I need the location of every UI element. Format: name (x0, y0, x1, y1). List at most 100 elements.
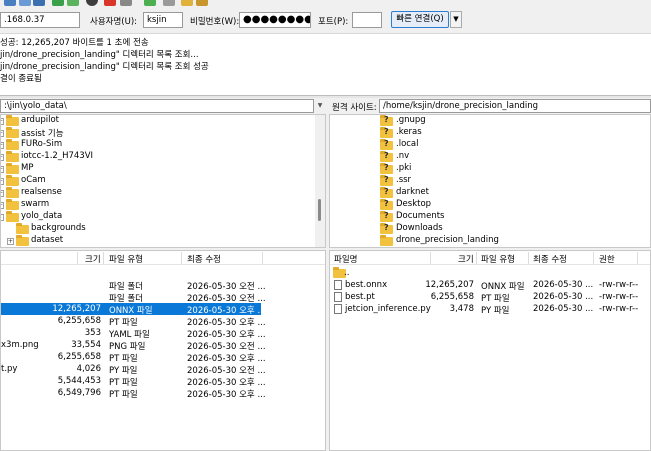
table-row[interactable]: 6,255,658 PT 파일 2026-05-30 오후 ... (1, 315, 325, 328)
column-separator[interactable] (528, 252, 529, 264)
table-row[interactable]: best.onnx 12,265,207 ONNX 파일 2026-05-30 … (330, 279, 650, 292)
file-type: PT 파일 (109, 390, 138, 400)
tree-item-label: yolo_data (21, 211, 63, 221)
remote-path-input[interactable]: /home/ksjin/drone_precision_landing (379, 99, 651, 113)
table-row[interactable]: .. (330, 267, 650, 279)
binoculars-icon[interactable] (196, 0, 208, 6)
quickconnect-button[interactable]: 빠른 연결(Q) (391, 11, 449, 28)
table-row[interactable]: 파일 폴더 2026-05-30 오전 ... (1, 279, 325, 292)
column-separator[interactable] (476, 252, 477, 264)
remote-file-list: 파일명 크기 파일 유형 최종 수정 권한 .. best.onnx 12,26… (329, 250, 651, 451)
header-modified[interactable]: 최종 수정 (533, 253, 567, 265)
remote-site-label: 원격 사이트: (332, 103, 377, 113)
unknown-folder-icon: ? (380, 187, 393, 198)
expander-icon[interactable]: + (1, 118, 4, 125)
expander-icon[interactable]: + (1, 154, 4, 161)
folder-icon (6, 175, 19, 186)
table-row-selected[interactable]: 12,265,207 ONNX 파일 2026-05-30 오후 ... (1, 303, 266, 316)
table-row[interactable]: 6,255,658 PT 파일 2026-05-30 오후 ... (1, 351, 325, 364)
tree-item-label: iotcc-1.2_H743VI (21, 151, 94, 161)
header-size[interactable]: 크기 (458, 253, 474, 265)
toggle-log-icon[interactable] (19, 0, 31, 6)
column-separator[interactable] (181, 252, 182, 264)
local-path-input[interactable]: :\jin\yolo_data\ (0, 99, 314, 113)
password-label: 비밀번호(W): (190, 17, 240, 27)
expander-icon[interactable]: + (1, 130, 4, 137)
table-row[interactable]: t.py 4,026 PY 파일 2026-05-30 오전 ... (1, 363, 325, 376)
column-separator[interactable] (637, 252, 638, 264)
disconnect-icon[interactable] (104, 0, 116, 6)
table-row[interactable]: x3m.png 33,554 PNG 파일 2026-05-30 오전 ... (1, 339, 325, 352)
tree-item-label: Documents (396, 211, 445, 221)
expander-icon[interactable]: - (1, 214, 4, 221)
file-icon (334, 304, 342, 314)
unknown-folder-icon: ? (380, 175, 393, 186)
unknown-folder-icon: ? (380, 115, 393, 126)
tree-item-label: .ssr (396, 175, 412, 185)
port-input[interactable] (352, 12, 382, 28)
chevron-down-icon[interactable]: ▼ (315, 99, 325, 113)
header-type[interactable]: 파일 유형 (481, 253, 515, 265)
table-row[interactable]: best.pt 6,255,658 PT 파일 2026-05-30 ... -… (330, 291, 650, 304)
toolbar (0, 0, 651, 8)
file-size: 6,549,796 (57, 388, 101, 398)
folder-icon (6, 115, 19, 126)
expander-icon[interactable]: + (1, 178, 4, 185)
expander-icon[interactable]: + (1, 142, 4, 149)
expander-icon[interactable]: + (1, 166, 4, 173)
tree-item-label: Desktop (396, 199, 432, 209)
header-modified[interactable]: 최종 수정 (187, 253, 221, 265)
quickconnect-bar: .168.0.37 사용자명(U): ksjin 비밀번호(W): ●●●●●●… (0, 8, 651, 34)
scroll-thumb[interactable] (318, 199, 321, 221)
header-name[interactable]: 파일명 (334, 253, 357, 265)
expander-icon[interactable]: + (1, 190, 4, 197)
cancel-icon[interactable] (86, 0, 98, 6)
toggle-tree-icon[interactable] (33, 0, 45, 6)
local-site-bar: :\jin\yolo_data\ ▼ (0, 98, 326, 114)
table-row[interactable]: 5,544,453 PT 파일 2026-05-30 오후 ... (1, 375, 325, 388)
filter-icon[interactable] (181, 0, 193, 6)
table-row[interactable]: 353 YAML 파일 2026-05-30 오후 ... (1, 327, 325, 340)
search-icon[interactable] (163, 0, 175, 6)
site-manager-icon[interactable] (4, 0, 16, 6)
local-tree: + ardupilot + assist 기능 + FURo-Sim + iot… (0, 114, 326, 248)
tree-item-label: drone_precision_landing (396, 235, 499, 245)
folder-icon (6, 199, 19, 210)
compare-icon[interactable] (144, 0, 156, 6)
column-separator[interactable] (262, 252, 263, 264)
log-line: jin/drone_precision_landing" 디렉터리 목록 조회.… (0, 50, 199, 60)
process-queue-icon[interactable] (67, 0, 79, 6)
header-permissions[interactable]: 권한 (599, 253, 615, 265)
password-input[interactable]: ●●●●●●●● (239, 12, 311, 28)
user-input[interactable]: ksjin (143, 12, 183, 28)
unknown-folder-icon: ? (380, 163, 393, 174)
host-input[interactable]: .168.0.37 (0, 12, 80, 28)
header-type[interactable]: 파일 유형 (109, 253, 143, 265)
file-name: best.pt (345, 292, 375, 302)
refresh-icon[interactable] (52, 0, 64, 6)
column-separator[interactable] (593, 252, 594, 264)
local-tree-scrollbar[interactable] (315, 115, 325, 247)
column-separator[interactable] (77, 252, 78, 264)
header-size[interactable]: 크기 (85, 253, 101, 265)
folder-icon (6, 187, 19, 198)
file-icon (334, 292, 342, 302)
column-separator[interactable] (430, 252, 431, 264)
tree-item-label: .nv (396, 151, 410, 161)
table-row[interactable]: 파일 폴더 2026-05-30 오전 ... (1, 291, 325, 304)
unknown-folder-icon: ? (380, 199, 393, 210)
port-label: 포트(P): (318, 17, 349, 27)
local-file-list: 크기 파일 유형 최종 수정 파일 폴더 2026-05-30 오전 ... 파… (0, 250, 326, 451)
expander-icon[interactable]: + (1, 202, 4, 209)
reconnect-icon[interactable] (120, 0, 132, 6)
folder-icon (6, 163, 19, 174)
message-log: 성공: 12,265,207 바이트를 1 초에 전송 jin/drone_pr… (0, 34, 651, 96)
column-separator[interactable] (103, 252, 104, 264)
table-row[interactable]: jetcion_inference.py 3,478 PY 파일 2026-05… (330, 303, 650, 316)
table-row[interactable]: 6,549,796 PT 파일 2026-05-30 오후 ... (1, 387, 325, 400)
expander-icon[interactable]: + (7, 238, 14, 245)
quickconnect-dropdown[interactable]: ▼ (450, 11, 462, 28)
file-size: 6,255,658 (57, 352, 101, 362)
tree-item-label: dataset (31, 235, 64, 245)
file-icon (334, 280, 342, 290)
